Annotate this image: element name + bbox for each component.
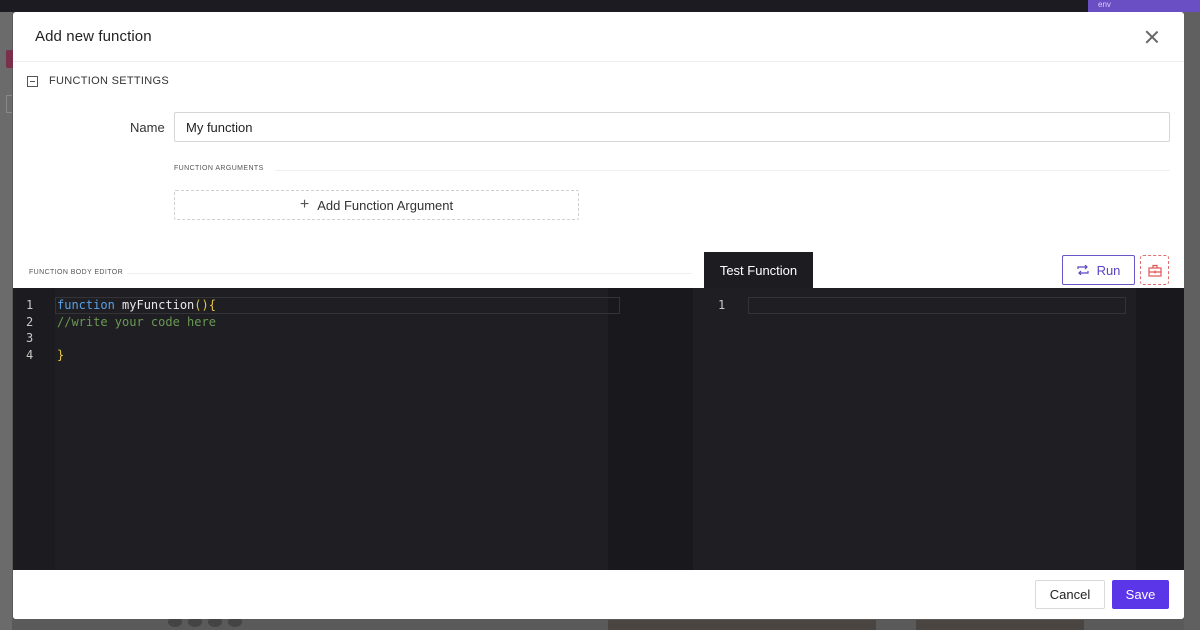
name-label: Name [130,120,165,135]
editor-margin [1136,288,1184,570]
line-number: 4 [26,347,34,362]
line-number: 2 [26,314,34,329]
code-parens: (){ [194,298,216,312]
line-number: 1 [718,298,726,312]
editor-area: 1 2 3 4 function myFunction(){ //write y… [13,288,1184,570]
modal-header: Add new function [13,12,1184,62]
active-line-highlight [748,296,1126,314]
background-panel [6,95,12,113]
env-badge: env [1088,0,1200,12]
editor-margin [608,288,693,570]
background-image [916,620,1084,630]
function-settings-toggle[interactable]: FUNCTION SETTINGS [27,75,169,87]
plus-icon: + [299,196,310,213]
function-body-editor[interactable]: 1 2 3 4 function myFunction(){ //write y… [13,288,693,570]
divider [275,170,1170,171]
modal-footer: Cancel Save [13,570,1184,619]
code-line[interactable]: } [57,347,64,364]
code-comment: //write your code here [57,314,216,329]
minus-square-icon[interactable] [27,75,38,87]
code-line[interactable]: function myFunction(){ [57,297,216,314]
close-icon[interactable] [1142,27,1162,47]
function-arguments-label: FUNCTION ARGUMENTS [174,165,264,172]
line-gutter [13,288,55,570]
add-function-argument-label: Add Function Argument [317,197,454,213]
add-function-argument-button[interactable]: + Add Function Argument [174,190,579,220]
clear-console-button[interactable] [1140,255,1169,285]
code-keyword: function [57,298,115,312]
code-brace: } [57,347,65,362]
function-settings-label: FUNCTION SETTINGS [49,75,169,87]
background-right-edge [1184,12,1200,630]
background-topbar [0,0,1200,12]
code-function-name: myFunction [114,298,195,312]
run-label: Run [1096,262,1121,278]
loop-icon [1076,265,1089,275]
function-name-input[interactable] [174,112,1170,142]
add-function-modal: Add new function FUNCTION SETTINGS Name … [13,12,1184,619]
save-button[interactable]: Save [1112,580,1169,609]
line-number: 1 [26,298,34,312]
background-image [608,620,876,630]
run-button[interactable]: Run [1062,255,1135,285]
line-number: 3 [26,331,34,345]
modal-title: Add new function [35,28,152,45]
divider [127,273,692,274]
code-line[interactable]: //write your code here [57,314,216,331]
toolbox-icon [1147,264,1162,277]
test-function-editor[interactable]: 1 [703,288,1184,570]
tab-test-function[interactable]: Test Function [704,252,813,288]
cancel-button[interactable]: Cancel [1035,580,1105,609]
function-body-editor-label: FUNCTION BODY EDITOR [29,269,124,276]
